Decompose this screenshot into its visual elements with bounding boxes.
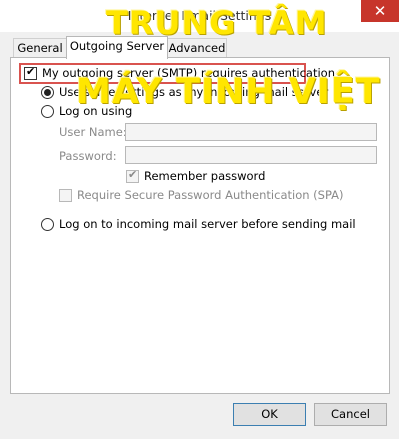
close-button[interactable]: ✕ — [361, 0, 399, 22]
spa-label: Require Secure Password Authentication (… — [77, 188, 344, 202]
remember-password-label: Remember password — [144, 169, 266, 183]
logon-incoming-row[interactable]: Log on to incoming mail server before se… — [41, 217, 356, 231]
spa-row[interactable]: Require Secure Password Authentication (… — [59, 188, 344, 202]
remember-password-row[interactable]: ✔ Remember password — [126, 167, 266, 183]
watermark-line-1: TRUNG TÂM — [106, 4, 328, 42]
password-field[interactable] — [125, 146, 377, 164]
watermark-line-2: MÁY TÍNH VIỆT — [76, 72, 381, 112]
checkmark-icon: ✔ — [128, 167, 138, 181]
user-name-field[interactable] — [125, 123, 377, 141]
user-name-label: User Name: — [59, 125, 127, 139]
logon-incoming-label: Log on to incoming mail server before se… — [59, 217, 356, 231]
cancel-button[interactable]: Cancel — [314, 403, 387, 426]
use-same-settings-radio[interactable] — [41, 85, 54, 99]
remember-password-checkbox[interactable]: ✔ — [126, 167, 139, 183]
logon-using-radio[interactable] — [41, 104, 54, 118]
requires-auth-checkbox[interactable]: ✔ — [24, 64, 37, 80]
logon-incoming-radio[interactable] — [41, 217, 54, 231]
ok-button[interactable]: OK — [233, 403, 306, 426]
tab-general[interactable]: General — [13, 38, 67, 58]
password-label: Password: — [59, 149, 117, 163]
spa-checkbox[interactable] — [59, 188, 72, 202]
close-icon: ✕ — [373, 2, 387, 20]
checkmark-icon: ✔ — [26, 64, 36, 78]
